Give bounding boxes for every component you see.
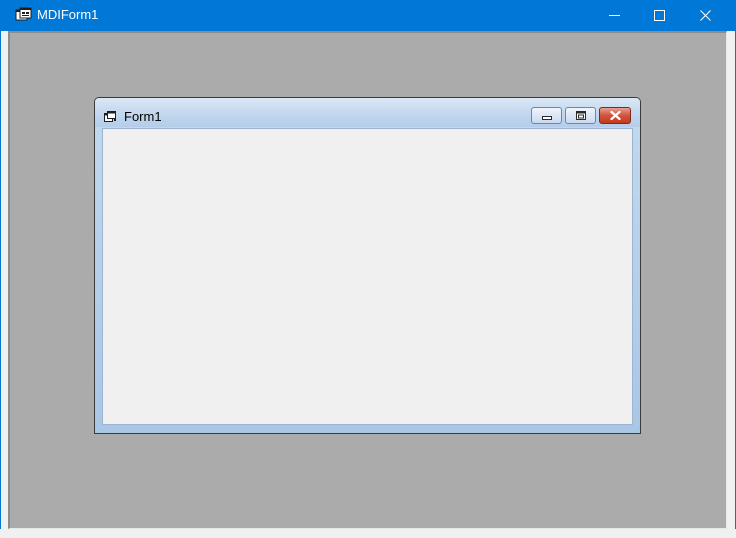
mdi-maximize-button[interactable] [636, 0, 682, 31]
minimize-icon [541, 107, 552, 125]
child-restore-button[interactable] [565, 107, 596, 124]
mdi-titlebar[interactable]: MDIForm1 [0, 0, 736, 31]
minimize-icon [608, 10, 620, 21]
child-close-button[interactable] [599, 107, 631, 124]
mdi-close-button[interactable] [682, 0, 728, 31]
child-minimize-button[interactable] [531, 107, 562, 124]
maximize-icon [653, 10, 665, 21]
vb-app-icon[interactable] [15, 7, 32, 23]
child-form-title: Form1 [124, 109, 162, 124]
child-form-client-area[interactable] [102, 128, 633, 425]
maximize-icon [575, 107, 586, 125]
close-icon [609, 107, 621, 125]
mdi-frame-bottom[interactable] [0, 529, 736, 538]
child-form-window[interactable]: Form1 [94, 97, 641, 434]
close-icon [699, 10, 711, 21]
mdi-window-title: MDIForm1 [37, 7, 99, 22]
mdi-window: MDIForm1 Form1 [0, 0, 736, 538]
mdi-frame-right[interactable] [727, 31, 736, 529]
mdi-frame-left[interactable] [0, 31, 8, 529]
child-form-titlebar[interactable]: Form1 [95, 98, 640, 127]
vb-form-icon[interactable] [104, 110, 117, 122]
mdi-minimize-button[interactable] [591, 0, 637, 31]
